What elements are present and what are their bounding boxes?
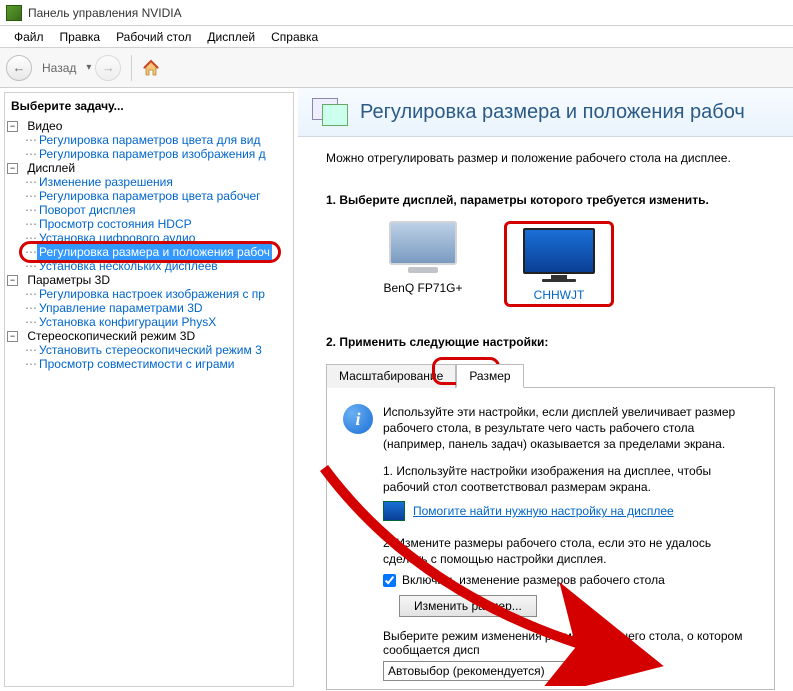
tree-item[interactable]: ⋯Установка цифрового аудио [25, 231, 291, 245]
tree-item[interactable]: ⋯Управление параметрами 3D [25, 301, 291, 315]
tree-group-video[interactable]: − Видео [7, 119, 291, 133]
nvidia-icon [6, 5, 22, 21]
display-settings-icon [383, 501, 405, 521]
tree-item[interactable]: ⋯Установка конфигурации PhysX [25, 315, 291, 329]
info-text: Используйте эти настройки, если дисплей … [383, 404, 758, 453]
chevron-down-icon[interactable]: ▾ [86, 62, 91, 73]
tree-item[interactable]: ⋯Просмотр состояния HDCP [25, 217, 291, 231]
menu-file[interactable]: Файл [6, 28, 52, 46]
step2-text: 2. Измените размеры рабочего стола, если… [383, 535, 758, 567]
separator [131, 55, 132, 81]
info-icon: i [343, 404, 373, 434]
tree-item[interactable]: ⋯Установка нескольких дисплеев [25, 259, 291, 273]
tree-group-display[interactable]: − Дисплей [7, 161, 291, 175]
select-value: Автовыбор (рекомендуется) [388, 664, 545, 678]
nav-forward-button[interactable]: → [95, 55, 121, 81]
menu-desktop[interactable]: Рабочий стол [108, 28, 199, 46]
tree-toggle[interactable]: − [7, 163, 18, 174]
tree-item[interactable]: ⋯Регулировка настроек изображения с пр [25, 287, 291, 301]
main-panel: Регулировка размера и положения рабоч Мо… [298, 88, 793, 691]
tree-item[interactable]: ⋯Установить стереоскопический режим 3 [25, 343, 291, 357]
tree-toggle[interactable]: − [7, 331, 18, 342]
nav-back-button[interactable]: ← [6, 55, 32, 81]
sidebar-title: Выберите задачу... [7, 97, 291, 119]
resize-button[interactable]: Изменить размер... [399, 595, 537, 617]
tree-item[interactable]: ⋯Регулировка параметров цвета рабочег [25, 189, 291, 203]
tree-item[interactable]: ⋯Изменение разрешения [25, 175, 291, 189]
menu-edit[interactable]: Правка [52, 28, 109, 46]
tab-strip: Масштабирование Размер [326, 363, 775, 388]
tree-item[interactable]: ⋯Регулировка параметров цвета для вид [25, 133, 291, 147]
desktop-size-icon [312, 96, 350, 128]
monitor-icon [386, 221, 460, 275]
select-label: Выберите режим изменения размера рабочег… [383, 629, 758, 657]
navbar: ← Назад ▾ → [0, 48, 793, 88]
help-link[interactable]: Помогите найти нужную настройку на диспл… [413, 504, 674, 518]
menu-display[interactable]: Дисплей [199, 28, 263, 46]
tree-group-stereo3d[interactable]: − Стереоскопический режим 3D [7, 329, 291, 343]
step1-text: 1. Используйте настройки изображения на … [383, 463, 758, 495]
tree-item-selected[interactable]: ⋯Регулировка размера и положения рабоч [25, 245, 291, 259]
tab-size[interactable]: Размер [456, 364, 523, 388]
tree-item[interactable]: ⋯Просмотр совместимости с играми [25, 357, 291, 371]
chevron-down-icon: ▾ [593, 666, 598, 677]
menu-help[interactable]: Справка [263, 28, 326, 46]
display-item-chhwjt[interactable]: CHHWJT [504, 221, 614, 307]
section2-heading: 2. Применить следующие настройки: [326, 335, 775, 349]
display-label: CHHWJT [509, 288, 609, 302]
monitor-icon [522, 228, 596, 282]
home-icon[interactable] [142, 59, 160, 77]
window-title: Панель управления NVIDIA [28, 6, 182, 20]
main-header: Регулировка размера и положения рабоч [298, 88, 793, 137]
display-label: BenQ FP71G+ [368, 281, 478, 295]
page-title: Регулировка размера и положения рабоч [360, 101, 745, 124]
resize-mode-select[interactable]: Автовыбор (рекомендуется) ▾ [383, 661, 603, 681]
display-item-benq[interactable]: BenQ FP71G+ [368, 221, 478, 307]
tree-item[interactable]: ⋯Поворот дисплея [25, 203, 291, 217]
menubar: Файл Правка Рабочий стол Дисплей Справка [0, 26, 793, 48]
display-picker: BenQ FP71G+ CHHWJT [368, 221, 775, 307]
checkbox-label: Включить изменение размеров рабочего сто… [402, 573, 665, 587]
sidebar: Выберите задачу... − Видео ⋯Регулировка … [4, 92, 294, 687]
task-tree: − Видео ⋯Регулировка параметров цвета дл… [7, 119, 291, 371]
tab-panel-size: i Используйте эти настройки, если диспле… [326, 388, 775, 690]
titlebar: Панель управления NVIDIA [0, 0, 793, 26]
tree-toggle[interactable]: − [7, 121, 18, 132]
page-description: Можно отрегулировать размер и положение … [326, 151, 775, 165]
nav-back-label: Назад [42, 61, 76, 75]
tab-scaling[interactable]: Масштабирование [326, 364, 456, 388]
tree-item[interactable]: ⋯Регулировка параметров изображения д [25, 147, 291, 161]
tree-toggle[interactable]: − [7, 275, 18, 286]
section1-heading: 1. Выберите дисплей, параметры которого … [326, 193, 775, 207]
tree-group-3d[interactable]: − Параметры 3D [7, 273, 291, 287]
enable-resize-checkbox[interactable] [383, 574, 396, 587]
